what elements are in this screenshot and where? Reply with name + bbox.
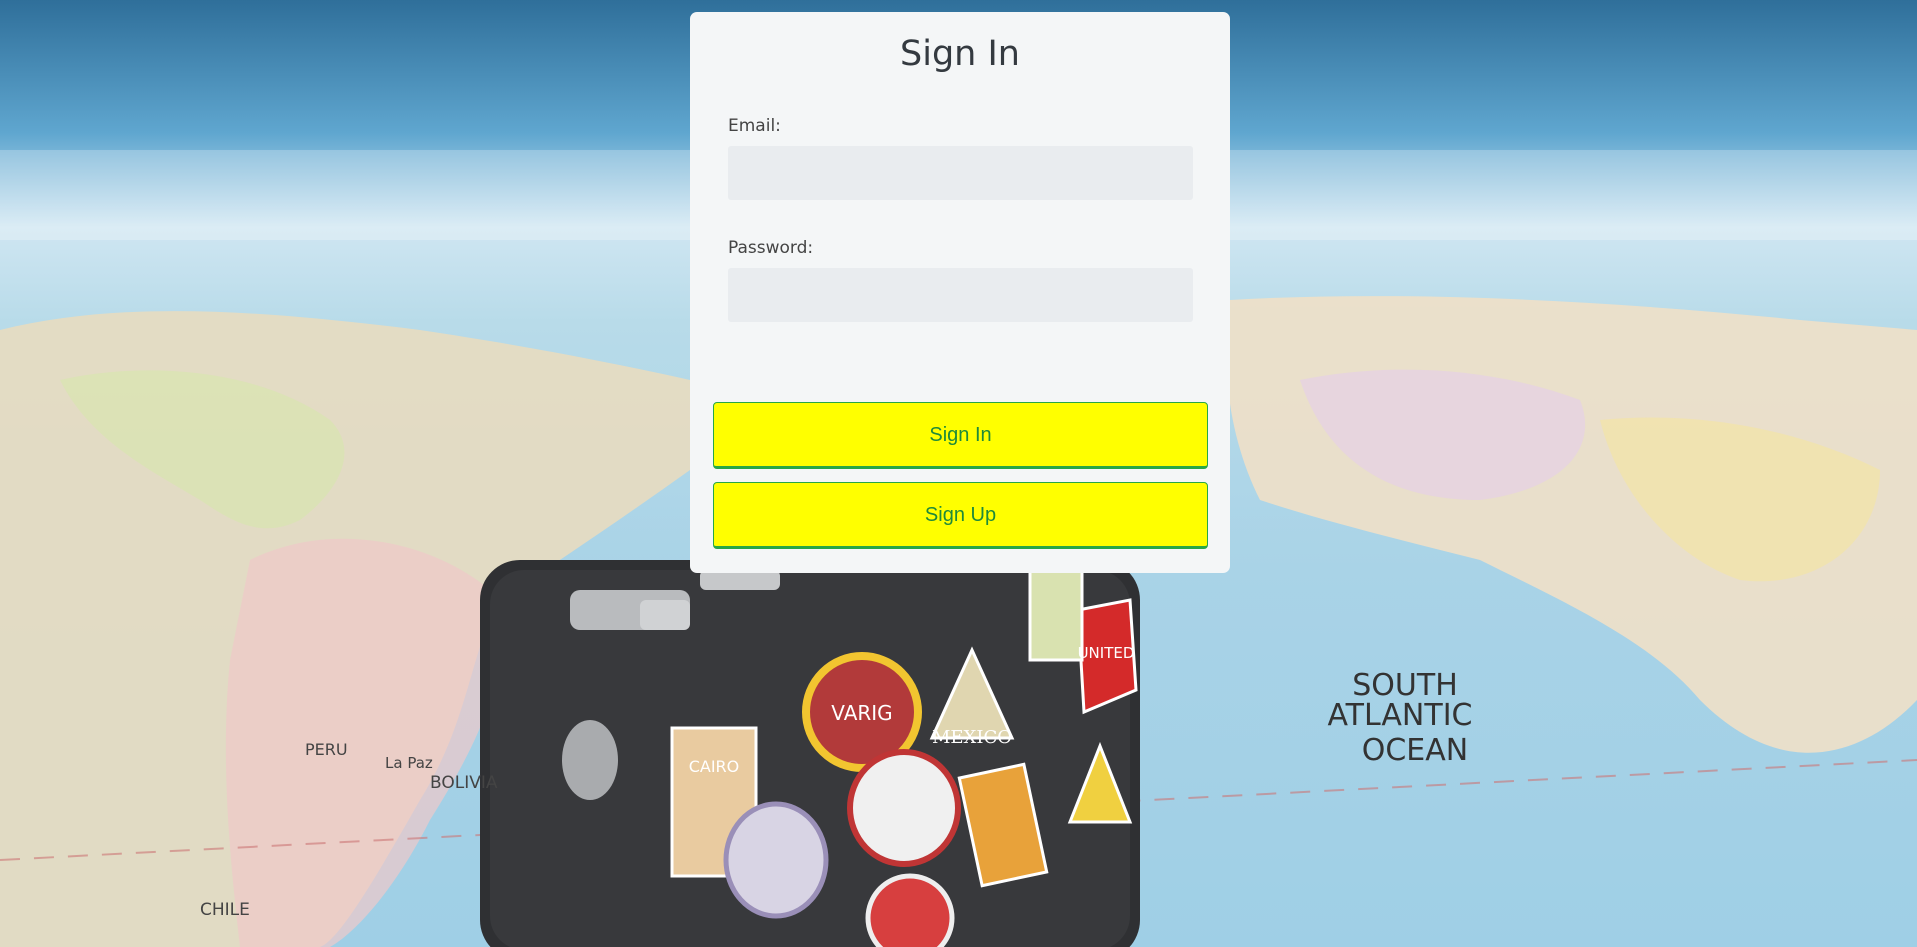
email-label: Email: xyxy=(728,116,781,136)
sign-in-button[interactable]: Sign In xyxy=(713,402,1208,469)
email-field[interactable] xyxy=(728,146,1193,200)
sticker-cairo: CAIRO xyxy=(689,757,740,776)
map-label-chile: CHILE xyxy=(200,900,250,920)
sticker-mexico: MEXICO xyxy=(932,727,1012,748)
sticker-varig: VARIG xyxy=(831,701,892,725)
sticker-united: UNITED xyxy=(1078,644,1135,662)
map-label-peru: PERU xyxy=(305,740,348,759)
map-label-bolivia: BOLIVIA xyxy=(430,773,498,793)
map-label-atlantic: ATLANTIC xyxy=(1327,698,1472,733)
password-label: Password: xyxy=(728,238,814,258)
map-label-ocean: OCEAN xyxy=(1362,733,1468,768)
sign-up-button[interactable]: Sign Up xyxy=(713,482,1208,549)
password-field[interactable] xyxy=(728,268,1193,322)
map-label-la-paz: La Paz xyxy=(385,754,433,772)
page-title: Sign In xyxy=(900,34,1020,74)
sign-in-card: Sign In Email: Password: Sign In Sign Up xyxy=(690,12,1230,573)
